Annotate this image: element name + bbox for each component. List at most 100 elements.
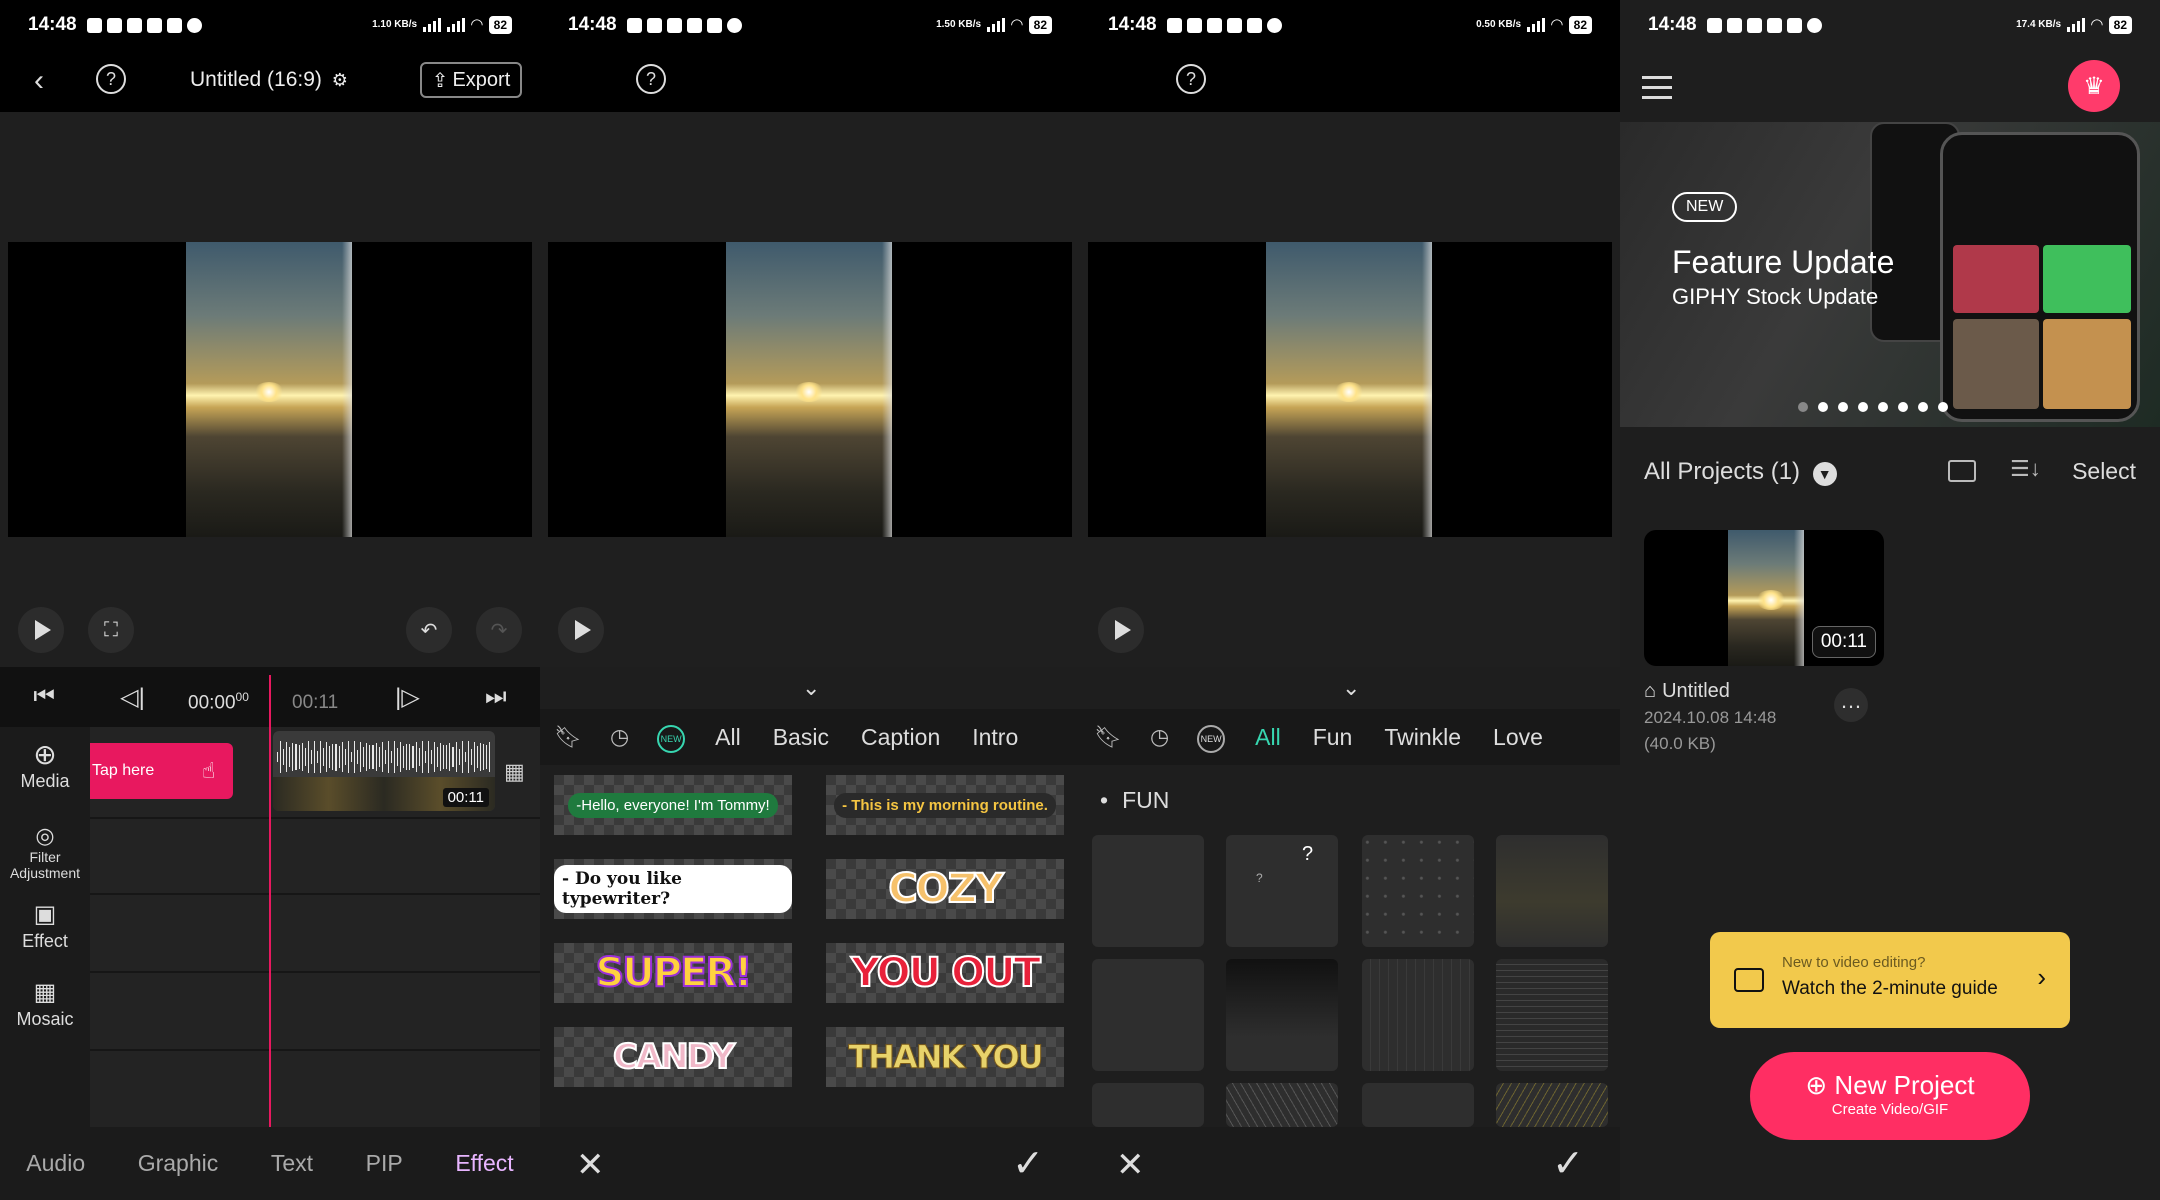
sidebar-label: Mosaic: [16, 1009, 74, 1029]
next-frame-icon[interactable]: |▷: [363, 683, 451, 712]
export-button[interactable]: ⇪ Export: [420, 62, 522, 98]
crown-icon[interactable]: ♛: [2068, 60, 2120, 112]
sidebar-item-media[interactable]: ⊕ Media: [0, 739, 90, 792]
effect-tile[interactable]: [1496, 835, 1608, 947]
tap-here-clip[interactable]: Tap here ☝: [90, 743, 233, 799]
timecode-frames: 00: [235, 690, 249, 704]
sidebar-item-filter[interactable]: ◎ Filter Adjustment: [0, 823, 90, 881]
effect-tile[interactable]: [1362, 835, 1474, 947]
history-icon[interactable]: ◷: [596, 724, 643, 750]
template-tile[interactable]: - This is my morning routine.: [826, 775, 1064, 835]
close-icon[interactable]: ✕: [576, 1145, 605, 1185]
play-button[interactable]: [1098, 607, 1144, 653]
fullscreen-icon[interactable]: ⛶: [88, 607, 134, 653]
sort-icon[interactable]: ☰↓: [2010, 456, 2041, 482]
category-twinkle[interactable]: Twinkle: [1368, 724, 1477, 751]
sidebar-item-mosaic[interactable]: ▦ Mosaic: [0, 977, 90, 1030]
check-icon[interactable]: ✓: [1552, 1141, 1584, 1186]
waveform-bar: [384, 749, 386, 765]
bookmark-icon[interactable]: 🔖︎: [1080, 724, 1136, 750]
chevron-down-icon[interactable]: ⌄: [1342, 675, 1360, 701]
template-tile[interactable]: COZY: [826, 859, 1064, 919]
waveform-bar: [286, 741, 288, 773]
carousel-dots[interactable]: [1798, 402, 1948, 412]
tab-audio[interactable]: Audio: [26, 1150, 85, 1177]
template-text: YOU OUT: [850, 949, 1042, 997]
effect-tile[interactable]: [1362, 1083, 1474, 1127]
playhead[interactable]: [269, 675, 271, 1130]
category-all[interactable]: All: [1239, 724, 1297, 751]
help-icon[interactable]: ?: [636, 64, 666, 94]
template-tile[interactable]: - Do you like typewriter?: [554, 859, 792, 919]
jump-start-icon[interactable]: ⏮: [0, 683, 88, 711]
category-all[interactable]: All: [699, 724, 757, 751]
back-icon[interactable]: ‹: [22, 64, 56, 98]
jump-end-icon[interactable]: ⏭: [452, 683, 540, 711]
tap-here-label: Tap here: [92, 762, 155, 779]
sidebar-item-effect[interactable]: ▣ Effect: [0, 899, 90, 952]
effect-tile[interactable]: [1362, 959, 1474, 1071]
undo-icon[interactable]: ↶: [406, 607, 452, 653]
project-name[interactable]: ⌂ Untitled: [1644, 680, 1730, 703]
tab-effect[interactable]: Effect: [455, 1150, 513, 1177]
status-time: 14:48: [1108, 14, 1157, 35]
tab-graphic[interactable]: Graphic: [138, 1150, 219, 1177]
history-icon[interactable]: ◷: [1136, 724, 1183, 750]
close-icon[interactable]: ✕: [1116, 1145, 1145, 1185]
waveform-bar: [280, 741, 282, 773]
feature-banner[interactable]: NEW Feature Update GIPHY Stock Update: [1620, 122, 2160, 427]
template-tile[interactable]: CANDY: [554, 1027, 792, 1087]
question-icon: ?: [1302, 843, 1314, 865]
template-tile[interactable]: THANK YOU: [826, 1027, 1064, 1087]
add-clip-icon[interactable]: ▦: [504, 759, 525, 785]
template-tile[interactable]: SUPER!: [554, 943, 792, 1003]
more-icon[interactable]: …: [1834, 688, 1868, 722]
guide-card[interactable]: New to video editing? Watch the 2-minute…: [1710, 932, 2070, 1028]
timeline-tracks[interactable]: Tap here ☝ 00:11 ▦: [90, 727, 540, 1127]
grid-view-icon[interactable]: [1948, 460, 1976, 482]
select-button[interactable]: Select: [2072, 458, 2136, 485]
effect-tile[interactable]: [1092, 1083, 1204, 1127]
new-filter[interactable]: NEW: [643, 722, 699, 753]
video-preview[interactable]: [8, 242, 532, 537]
template-tile[interactable]: -Hello, everyone! I'm Tommy!: [554, 775, 792, 835]
menu-icon[interactable]: [1642, 76, 1672, 106]
effect-tile[interactable]: [1226, 1083, 1338, 1127]
effect-tile[interactable]: [1092, 835, 1204, 947]
effect-tile[interactable]: ??: [1226, 835, 1338, 947]
chevron-down-icon[interactable]: ⌄: [802, 675, 820, 701]
waveform-bar: [326, 742, 328, 772]
video-preview[interactable]: [548, 242, 1072, 537]
category-fun[interactable]: Fun: [1297, 724, 1369, 751]
tab-pip[interactable]: PIP: [366, 1150, 403, 1177]
help-icon[interactable]: ?: [96, 64, 126, 94]
video-clip[interactable]: 00:11: [273, 731, 495, 811]
play-button[interactable]: [558, 607, 604, 653]
effect-tile[interactable]: [1092, 959, 1204, 1071]
project-title[interactable]: Untitled (16:9) ⚙: [190, 68, 348, 92]
category-intro[interactable]: Intro: [956, 724, 1034, 751]
category-caption[interactable]: Caption: [845, 724, 956, 751]
effect-tile[interactable]: [1226, 959, 1338, 1071]
sidebar-label: Media: [20, 771, 70, 791]
category-love[interactable]: Love: [1477, 724, 1559, 751]
effect-tile[interactable]: [1496, 1083, 1608, 1127]
project-thumbnail[interactable]: 00:11: [1644, 530, 1884, 666]
effect-tile[interactable]: [1496, 959, 1608, 1071]
video-preview[interactable]: [1088, 242, 1612, 537]
editor-sidebar: ⊕ Media ◎ Filter Adjustment ▣ Effect ▦ M…: [0, 727, 90, 1127]
gear-icon[interactable]: ⚙: [332, 70, 348, 90]
check-icon[interactable]: ✓: [1012, 1141, 1044, 1186]
new-filter[interactable]: NEW: [1183, 722, 1239, 753]
help-icon[interactable]: ?: [1176, 64, 1206, 94]
prev-frame-icon[interactable]: ◁|: [88, 683, 176, 712]
project-title-text: Untitled (16:9): [190, 68, 322, 91]
waveform-bar: [320, 741, 322, 773]
tab-text[interactable]: Text: [271, 1150, 313, 1177]
play-button[interactable]: [18, 607, 64, 653]
template-tile[interactable]: YOU OUT: [826, 943, 1064, 1003]
new-project-button[interactable]: ⊕ New Project Create Video/GIF: [1750, 1052, 2030, 1140]
category-basic[interactable]: Basic: [757, 724, 845, 751]
bookmark-icon[interactable]: 🔖︎: [540, 724, 596, 750]
projects-dropdown[interactable]: All Projects (1) ▼: [1644, 458, 1837, 486]
